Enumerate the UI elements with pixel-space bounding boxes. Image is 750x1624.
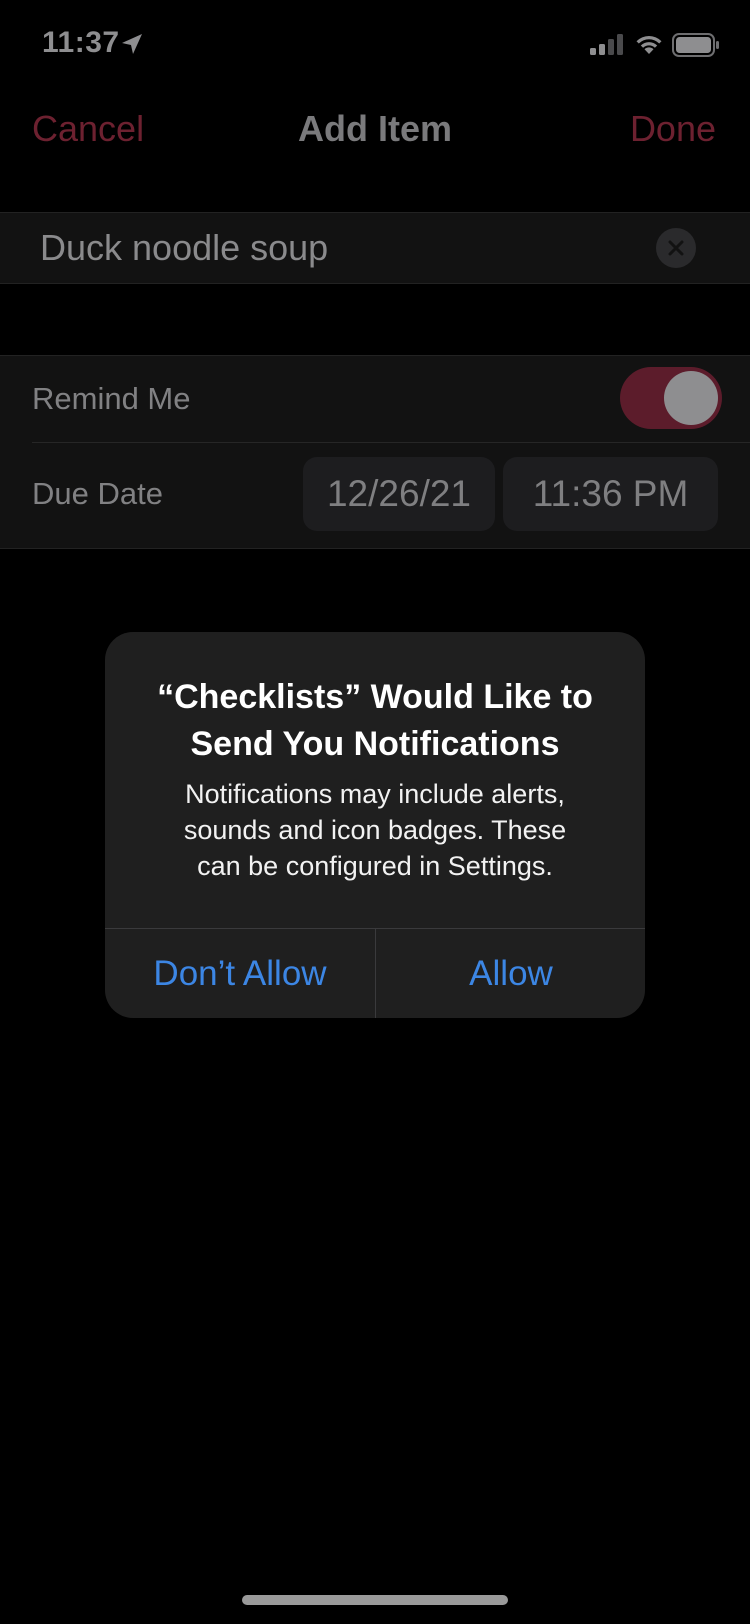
- alert-title-line: “Checklists” Would Like to: [157, 678, 593, 716]
- clear-text-button[interactable]: [656, 228, 696, 268]
- toggle-knob: [664, 371, 718, 425]
- settings-group: Remind Me Due Date 12/26/21 11:36 PM: [0, 355, 750, 549]
- alert-title-line: Send You Notifications: [190, 725, 560, 763]
- alert-message-line: sounds and icon badges. These: [183, 815, 567, 845]
- location-arrow-icon: [122, 34, 142, 54]
- clear-text-icon: [668, 240, 684, 256]
- home-indicator[interactable]: [242, 1595, 508, 1605]
- cellular-signal-icon: [590, 34, 623, 55]
- remind-me-toggle[interactable]: [620, 367, 722, 429]
- status-bar: 11:37: [0, 0, 750, 90]
- due-date-picker[interactable]: 12/26/21: [303, 457, 495, 531]
- due-date-row: Due Date 12/26/21 11:36 PM: [0, 443, 750, 548]
- allow-button[interactable]: Allow: [376, 929, 645, 1018]
- alert-title: “Checklists” Would Like to Send You Noti…: [125, 674, 625, 768]
- alert-message-line: can be configured in Settings.: [197, 851, 553, 881]
- item-name-field[interactable]: Duck noodle soup: [0, 212, 750, 284]
- wifi-icon: [636, 35, 662, 54]
- done-button[interactable]: Done: [630, 108, 716, 150]
- alert-message: Notifications may include alerts, sounds…: [125, 776, 625, 884]
- battery-icon: [672, 33, 719, 57]
- cancel-button[interactable]: Cancel: [32, 108, 144, 150]
- due-time-picker[interactable]: 11:36 PM: [503, 457, 718, 531]
- alert-message-line: Notifications may include alerts,: [185, 779, 565, 809]
- notification-permission-alert: “Checklists” Would Like to Send You Noti…: [105, 632, 645, 1018]
- navigation-bar: Add Item Cancel Done: [0, 90, 750, 170]
- status-time: 11:37: [42, 26, 120, 59]
- dont-allow-button[interactable]: Don’t Allow: [105, 929, 375, 1018]
- remind-me-row: Remind Me: [0, 356, 750, 442]
- remind-me-label: Remind Me: [32, 381, 191, 416]
- item-name-value[interactable]: Duck noodle soup: [40, 227, 328, 269]
- due-date-label: Due Date: [32, 476, 163, 511]
